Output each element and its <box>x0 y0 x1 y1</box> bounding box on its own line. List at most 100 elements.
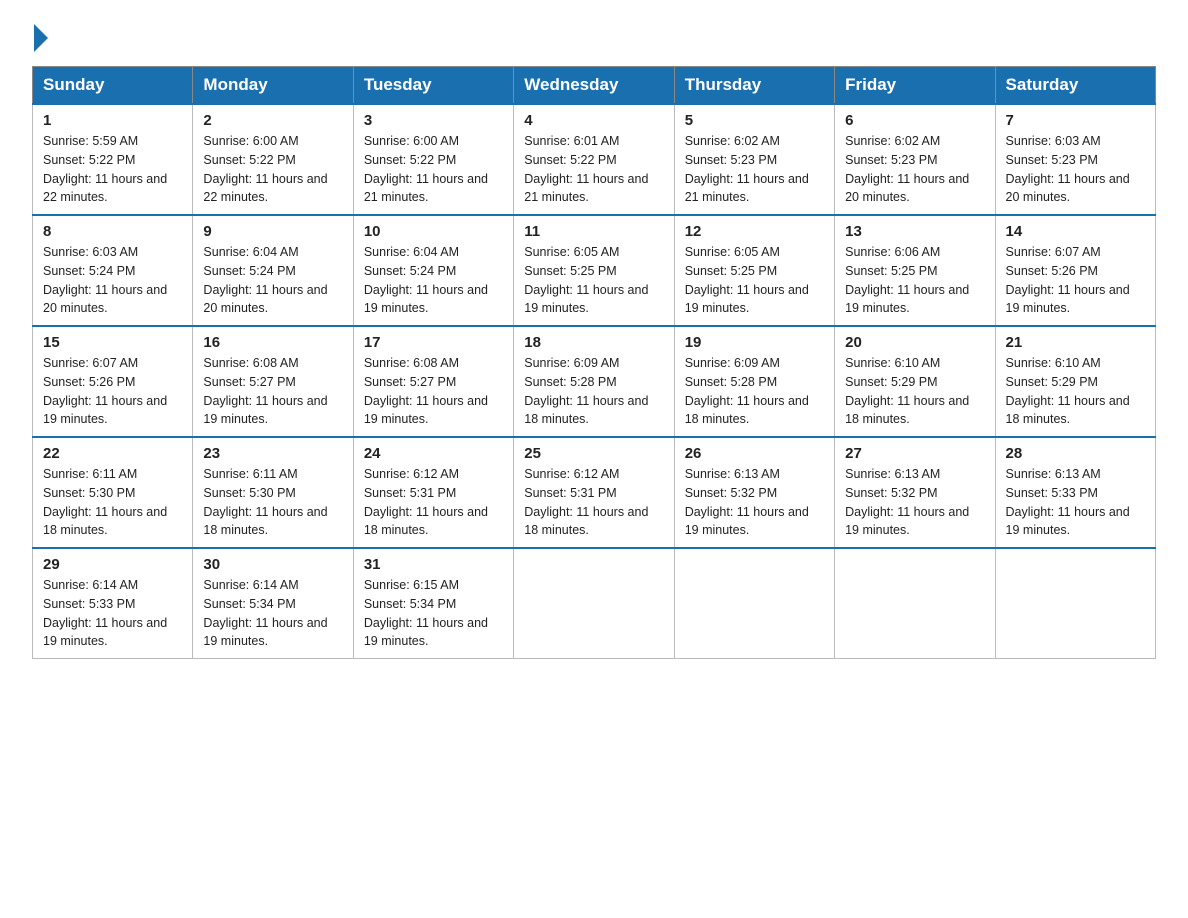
calendar-cell: 31 Sunrise: 6:15 AM Sunset: 5:34 PM Dayl… <box>353 548 513 659</box>
day-number: 13 <box>845 223 984 240</box>
day-number: 19 <box>685 334 824 351</box>
calendar-cell: 20 Sunrise: 6:10 AM Sunset: 5:29 PM Dayl… <box>835 326 995 437</box>
day-number: 30 <box>203 556 342 573</box>
day-info: Sunrise: 6:14 AM Sunset: 5:34 PM Dayligh… <box>203 576 342 651</box>
day-info: Sunrise: 6:13 AM Sunset: 5:32 PM Dayligh… <box>685 465 824 540</box>
calendar-cell: 3 Sunrise: 6:00 AM Sunset: 5:22 PM Dayli… <box>353 104 513 215</box>
day-info: Sunrise: 6:03 AM Sunset: 5:24 PM Dayligh… <box>43 243 182 318</box>
page-header <box>32 24 1156 48</box>
calendar-cell: 14 Sunrise: 6:07 AM Sunset: 5:26 PM Dayl… <box>995 215 1155 326</box>
col-header-monday: Monday <box>193 67 353 105</box>
calendar-cell: 17 Sunrise: 6:08 AM Sunset: 5:27 PM Dayl… <box>353 326 513 437</box>
col-header-friday: Friday <box>835 67 995 105</box>
day-info: Sunrise: 6:11 AM Sunset: 5:30 PM Dayligh… <box>203 465 342 540</box>
day-number: 27 <box>845 445 984 462</box>
day-info: Sunrise: 6:00 AM Sunset: 5:22 PM Dayligh… <box>364 132 503 207</box>
logo <box>32 24 48 48</box>
day-info: Sunrise: 6:09 AM Sunset: 5:28 PM Dayligh… <box>685 354 824 429</box>
day-info: Sunrise: 6:04 AM Sunset: 5:24 PM Dayligh… <box>364 243 503 318</box>
day-info: Sunrise: 6:15 AM Sunset: 5:34 PM Dayligh… <box>364 576 503 651</box>
calendar-cell: 10 Sunrise: 6:04 AM Sunset: 5:24 PM Dayl… <box>353 215 513 326</box>
calendar-cell: 15 Sunrise: 6:07 AM Sunset: 5:26 PM Dayl… <box>33 326 193 437</box>
day-info: Sunrise: 6:01 AM Sunset: 5:22 PM Dayligh… <box>524 132 663 207</box>
day-number: 4 <box>524 112 663 129</box>
day-info: Sunrise: 6:08 AM Sunset: 5:27 PM Dayligh… <box>364 354 503 429</box>
day-number: 25 <box>524 445 663 462</box>
day-info: Sunrise: 6:06 AM Sunset: 5:25 PM Dayligh… <box>845 243 984 318</box>
day-number: 10 <box>364 223 503 240</box>
calendar-cell: 16 Sunrise: 6:08 AM Sunset: 5:27 PM Dayl… <box>193 326 353 437</box>
calendar-cell: 27 Sunrise: 6:13 AM Sunset: 5:32 PM Dayl… <box>835 437 995 548</box>
day-number: 9 <box>203 223 342 240</box>
day-number: 12 <box>685 223 824 240</box>
calendar-cell: 6 Sunrise: 6:02 AM Sunset: 5:23 PM Dayli… <box>835 104 995 215</box>
calendar-cell: 22 Sunrise: 6:11 AM Sunset: 5:30 PM Dayl… <box>33 437 193 548</box>
day-number: 22 <box>43 445 182 462</box>
calendar-cell: 23 Sunrise: 6:11 AM Sunset: 5:30 PM Dayl… <box>193 437 353 548</box>
day-number: 28 <box>1006 445 1145 462</box>
day-info: Sunrise: 6:08 AM Sunset: 5:27 PM Dayligh… <box>203 354 342 429</box>
day-number: 16 <box>203 334 342 351</box>
calendar-cell: 18 Sunrise: 6:09 AM Sunset: 5:28 PM Dayl… <box>514 326 674 437</box>
day-number: 23 <box>203 445 342 462</box>
calendar-cell <box>995 548 1155 659</box>
calendar-cell: 26 Sunrise: 6:13 AM Sunset: 5:32 PM Dayl… <box>674 437 834 548</box>
week-row-3: 15 Sunrise: 6:07 AM Sunset: 5:26 PM Dayl… <box>33 326 1156 437</box>
day-info: Sunrise: 6:13 AM Sunset: 5:32 PM Dayligh… <box>845 465 984 540</box>
day-number: 21 <box>1006 334 1145 351</box>
day-number: 2 <box>203 112 342 129</box>
day-number: 18 <box>524 334 663 351</box>
calendar-cell: 25 Sunrise: 6:12 AM Sunset: 5:31 PM Dayl… <box>514 437 674 548</box>
day-number: 14 <box>1006 223 1145 240</box>
calendar-table: SundayMondayTuesdayWednesdayThursdayFrid… <box>32 66 1156 659</box>
week-row-4: 22 Sunrise: 6:11 AM Sunset: 5:30 PM Dayl… <box>33 437 1156 548</box>
calendar-cell: 11 Sunrise: 6:05 AM Sunset: 5:25 PM Dayl… <box>514 215 674 326</box>
calendar-cell: 21 Sunrise: 6:10 AM Sunset: 5:29 PM Dayl… <box>995 326 1155 437</box>
calendar-cell: 4 Sunrise: 6:01 AM Sunset: 5:22 PM Dayli… <box>514 104 674 215</box>
calendar-cell: 28 Sunrise: 6:13 AM Sunset: 5:33 PM Dayl… <box>995 437 1155 548</box>
day-number: 1 <box>43 112 182 129</box>
calendar-cell: 29 Sunrise: 6:14 AM Sunset: 5:33 PM Dayl… <box>33 548 193 659</box>
calendar-cell: 24 Sunrise: 6:12 AM Sunset: 5:31 PM Dayl… <box>353 437 513 548</box>
day-info: Sunrise: 6:00 AM Sunset: 5:22 PM Dayligh… <box>203 132 342 207</box>
col-header-wednesday: Wednesday <box>514 67 674 105</box>
col-header-sunday: Sunday <box>33 67 193 105</box>
day-info: Sunrise: 6:10 AM Sunset: 5:29 PM Dayligh… <box>845 354 984 429</box>
calendar-cell <box>835 548 995 659</box>
calendar-cell: 30 Sunrise: 6:14 AM Sunset: 5:34 PM Dayl… <box>193 548 353 659</box>
day-number: 3 <box>364 112 503 129</box>
day-info: Sunrise: 6:10 AM Sunset: 5:29 PM Dayligh… <box>1006 354 1145 429</box>
day-number: 7 <box>1006 112 1145 129</box>
calendar-cell: 12 Sunrise: 6:05 AM Sunset: 5:25 PM Dayl… <box>674 215 834 326</box>
day-info: Sunrise: 6:13 AM Sunset: 5:33 PM Dayligh… <box>1006 465 1145 540</box>
day-info: Sunrise: 6:03 AM Sunset: 5:23 PM Dayligh… <box>1006 132 1145 207</box>
day-info: Sunrise: 6:09 AM Sunset: 5:28 PM Dayligh… <box>524 354 663 429</box>
calendar-cell: 8 Sunrise: 6:03 AM Sunset: 5:24 PM Dayli… <box>33 215 193 326</box>
logo-arrow-icon <box>34 24 48 52</box>
week-row-5: 29 Sunrise: 6:14 AM Sunset: 5:33 PM Dayl… <box>33 548 1156 659</box>
day-info: Sunrise: 6:05 AM Sunset: 5:25 PM Dayligh… <box>685 243 824 318</box>
calendar-cell <box>674 548 834 659</box>
day-number: 15 <box>43 334 182 351</box>
calendar-cell: 7 Sunrise: 6:03 AM Sunset: 5:23 PM Dayli… <box>995 104 1155 215</box>
calendar-cell: 19 Sunrise: 6:09 AM Sunset: 5:28 PM Dayl… <box>674 326 834 437</box>
col-header-tuesday: Tuesday <box>353 67 513 105</box>
day-info: Sunrise: 6:02 AM Sunset: 5:23 PM Dayligh… <box>685 132 824 207</box>
calendar-cell: 9 Sunrise: 6:04 AM Sunset: 5:24 PM Dayli… <box>193 215 353 326</box>
day-info: Sunrise: 6:04 AM Sunset: 5:24 PM Dayligh… <box>203 243 342 318</box>
day-number: 24 <box>364 445 503 462</box>
calendar-header-row: SundayMondayTuesdayWednesdayThursdayFrid… <box>33 67 1156 105</box>
calendar-cell <box>514 548 674 659</box>
col-header-thursday: Thursday <box>674 67 834 105</box>
day-number: 20 <box>845 334 984 351</box>
day-info: Sunrise: 6:07 AM Sunset: 5:26 PM Dayligh… <box>43 354 182 429</box>
day-info: Sunrise: 6:12 AM Sunset: 5:31 PM Dayligh… <box>364 465 503 540</box>
calendar-cell: 5 Sunrise: 6:02 AM Sunset: 5:23 PM Dayli… <box>674 104 834 215</box>
day-info: Sunrise: 6:14 AM Sunset: 5:33 PM Dayligh… <box>43 576 182 651</box>
day-number: 29 <box>43 556 182 573</box>
calendar-cell: 1 Sunrise: 5:59 AM Sunset: 5:22 PM Dayli… <box>33 104 193 215</box>
day-info: Sunrise: 5:59 AM Sunset: 5:22 PM Dayligh… <box>43 132 182 207</box>
calendar-cell: 13 Sunrise: 6:06 AM Sunset: 5:25 PM Dayl… <box>835 215 995 326</box>
day-info: Sunrise: 6:02 AM Sunset: 5:23 PM Dayligh… <box>845 132 984 207</box>
day-number: 31 <box>364 556 503 573</box>
